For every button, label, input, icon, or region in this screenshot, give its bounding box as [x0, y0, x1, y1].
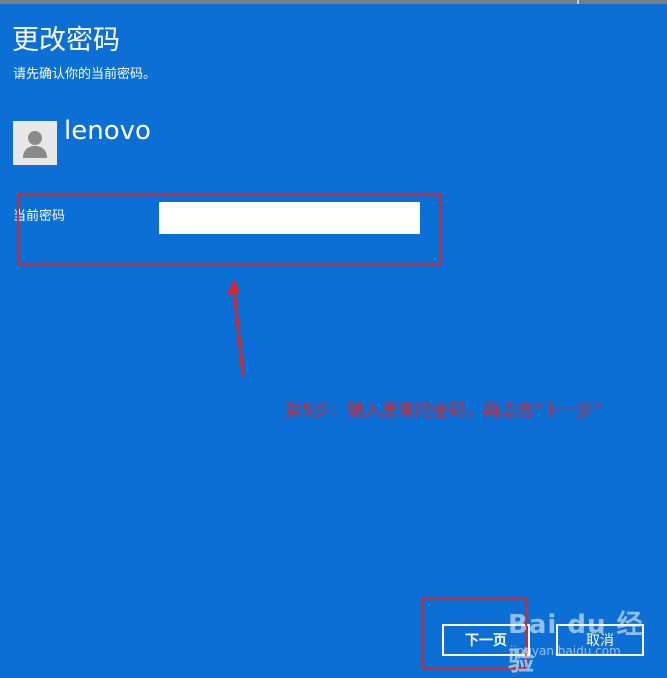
annotation-arrow-icon: [227, 279, 245, 377]
dialog-title: 更改密码: [12, 25, 120, 56]
user-avatar: [13, 121, 57, 165]
window-top-bar: [0, 0, 667, 4]
annotation-text: 第5步：输入原来的密码，再点击“下一步”: [285, 401, 603, 421]
watermark-brand: Bai du 经验: [508, 610, 644, 677]
watermark-url: jingyan.baidu.com: [510, 644, 621, 658]
highlight-box-password-field: [17, 193, 442, 265]
dialog-subtitle: 请先确认你的当前密码。: [13, 67, 157, 82]
baidu-watermark: Bai du 经验 jingyan.baidu.com: [508, 604, 658, 677]
user-silhouette-icon: [23, 131, 47, 158]
account-username: lenovo: [64, 116, 151, 146]
window-top-bar-separator: [577, 0, 579, 4]
